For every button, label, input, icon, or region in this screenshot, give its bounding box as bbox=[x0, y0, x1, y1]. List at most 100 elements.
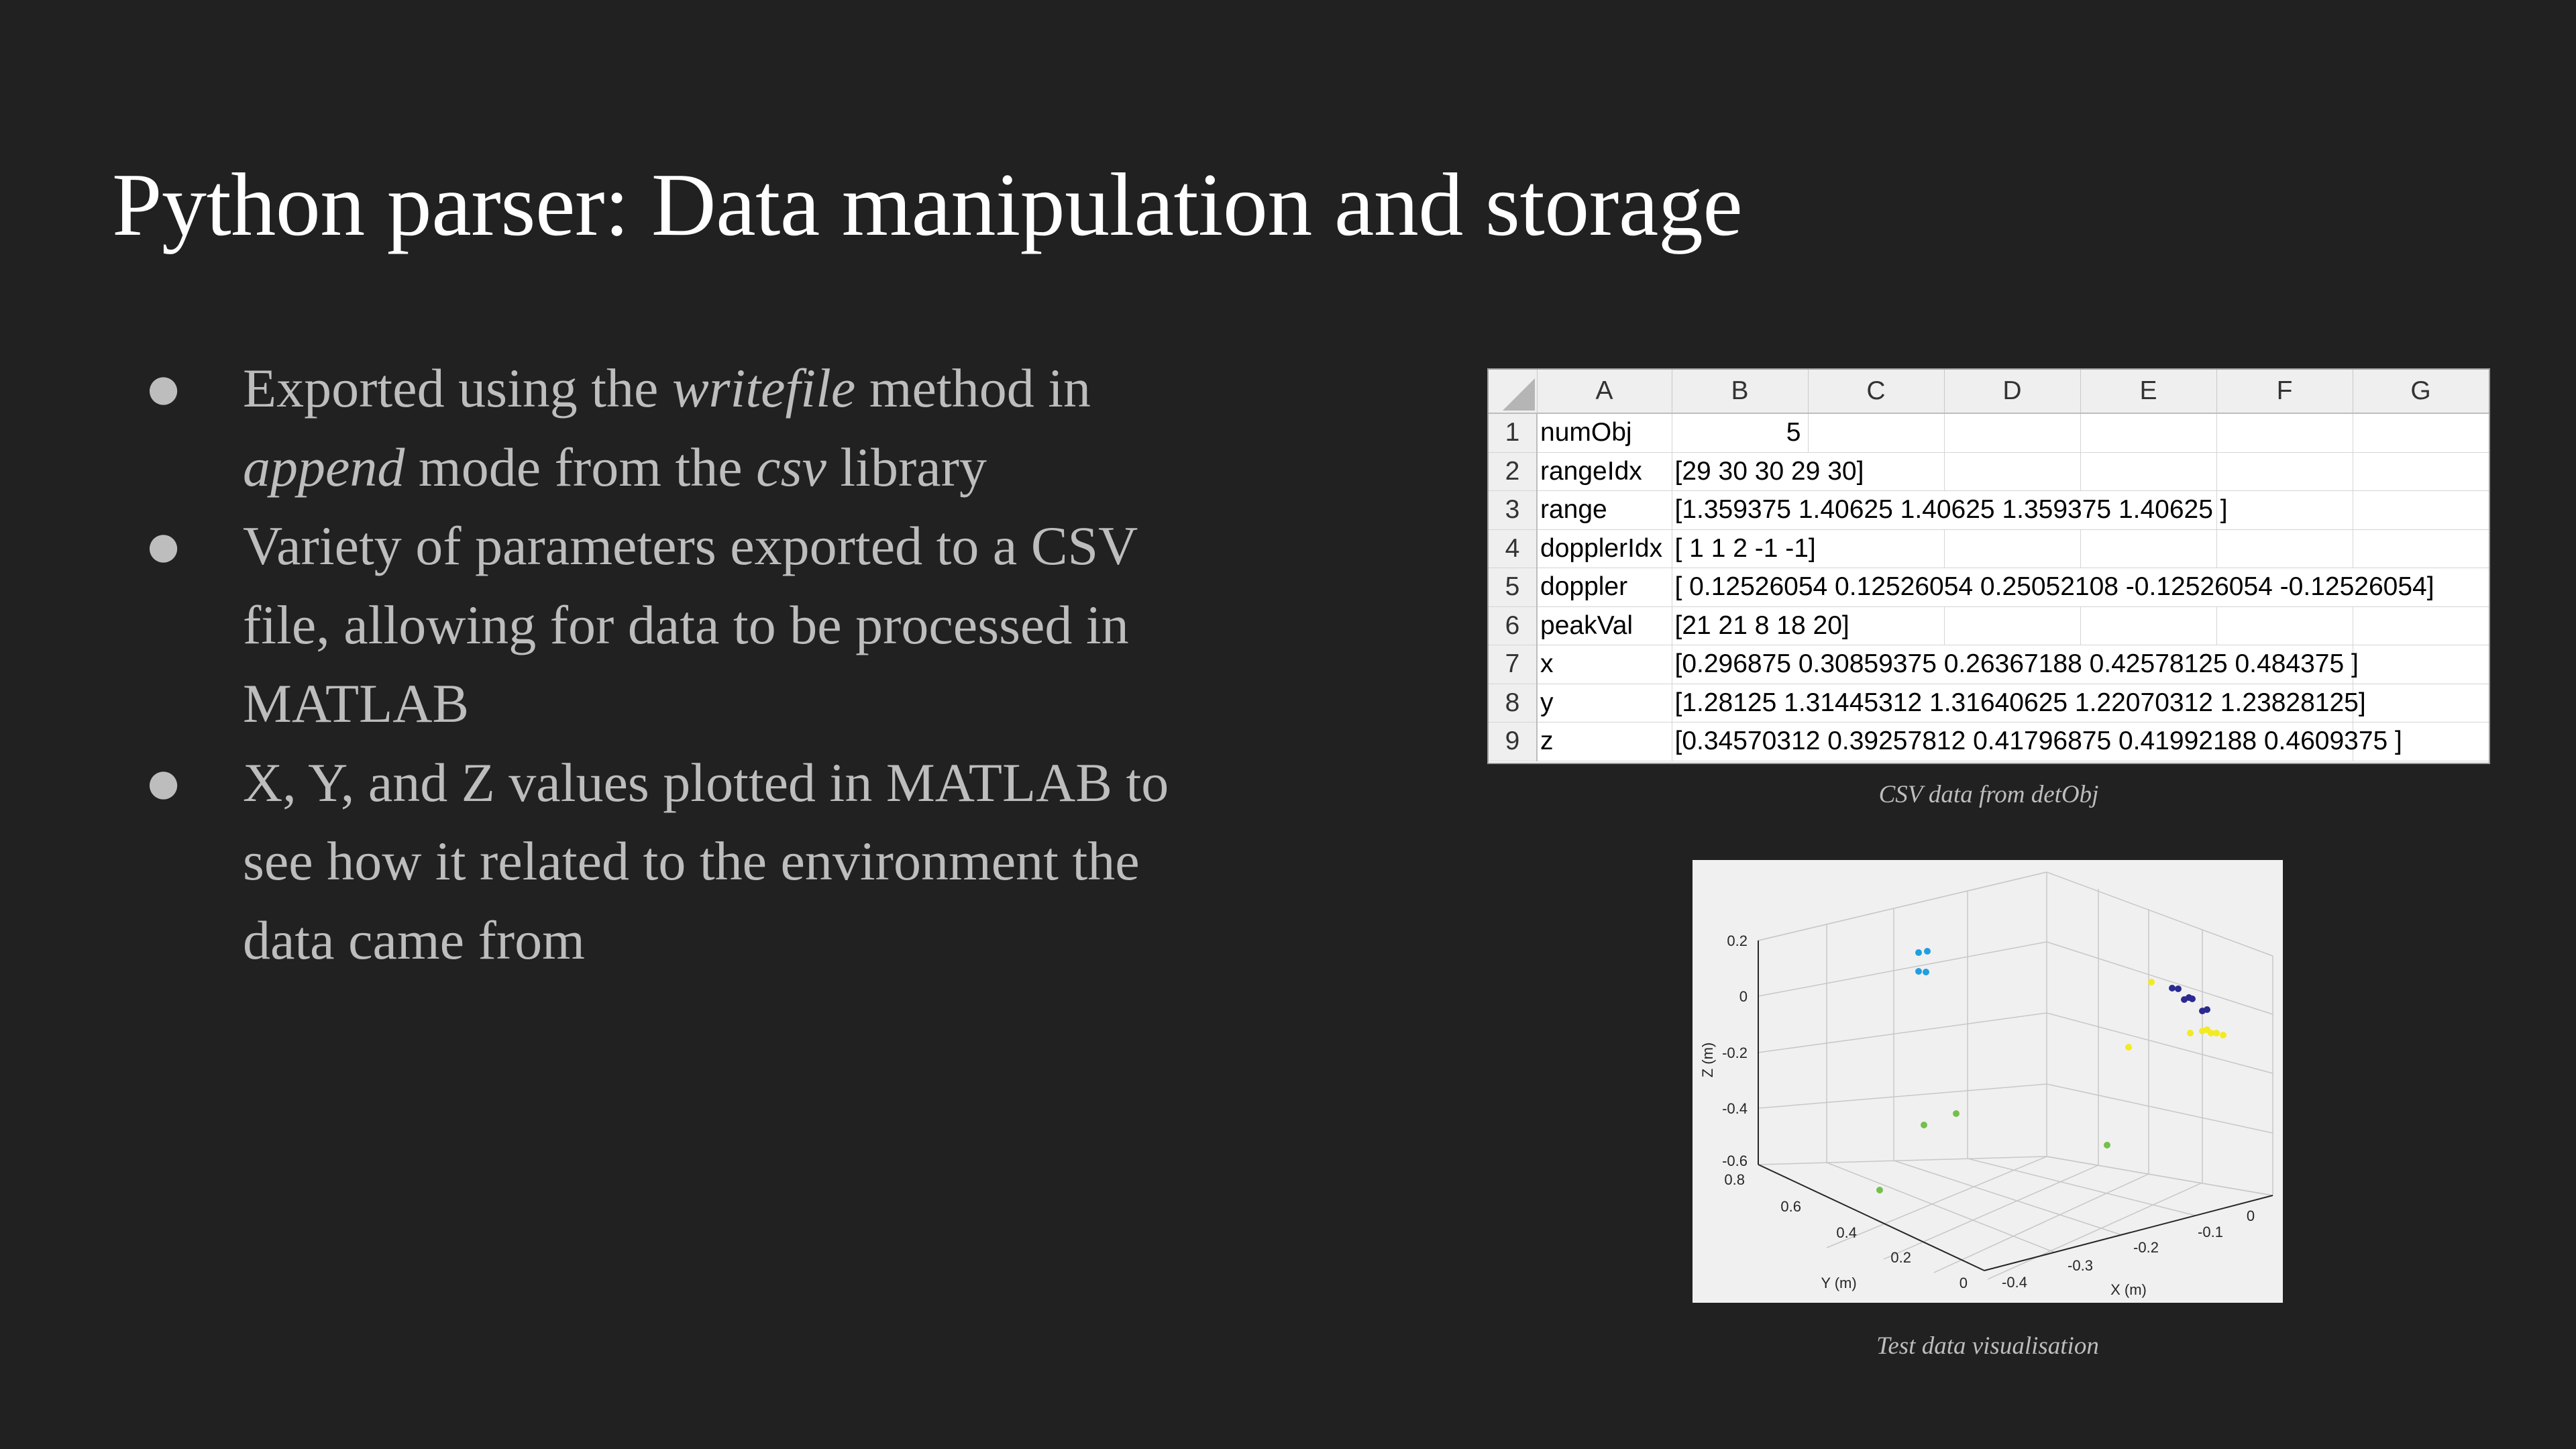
z-axis-label: Z (m) bbox=[1699, 1042, 1716, 1078]
table-row: 4 dopplerIdx [ 1 1 2 -1 -1] bbox=[1489, 529, 2489, 568]
scatter-point bbox=[2204, 1006, 2210, 1013]
cell-empty bbox=[2080, 452, 2217, 491]
cell-empty bbox=[2353, 606, 2489, 645]
row-number: 9 bbox=[1489, 722, 1538, 761]
bullet-item: ● X, Y, and Z values plotted in MATLAB t… bbox=[138, 743, 1265, 980]
scatter-point bbox=[1953, 1110, 1960, 1117]
cell-empty bbox=[2216, 490, 2353, 530]
z-tick: -0.2 bbox=[1722, 1044, 1748, 1061]
scatter-points bbox=[1876, 948, 2226, 1193]
cell-empty bbox=[2216, 529, 2353, 568]
bullet-emphasis: csv bbox=[756, 436, 826, 498]
row-number: 2 bbox=[1489, 452, 1538, 491]
cell-empty bbox=[2353, 413, 2489, 453]
cell-empty bbox=[1944, 452, 2081, 491]
bullet-list: ● Exported using the writefile method in… bbox=[138, 349, 1265, 979]
scatter-point bbox=[1923, 969, 1929, 975]
table-row: 9 z [0.34570312 0.39257812 0.41796875 0.… bbox=[1489, 722, 2489, 761]
scatter-point bbox=[2220, 1032, 2226, 1038]
table-row: 2 rangeIdx [29 30 30 29 30] bbox=[1489, 452, 2489, 491]
x-tick: 0 bbox=[2247, 1208, 2255, 1224]
scatter-point bbox=[2169, 985, 2176, 991]
bullet-text: Variety of parameters exported to a CSV bbox=[243, 515, 1138, 576]
bullet-text: library bbox=[826, 436, 987, 498]
cell-b: [0.34570312 0.39257812 0.41796875 0.4199… bbox=[1672, 722, 2402, 761]
row-number: 4 bbox=[1489, 529, 1538, 568]
bullet-text: X, Y, and Z values plotted in MATLAB to bbox=[243, 751, 1169, 813]
cell-empty bbox=[1944, 606, 2081, 645]
row-number: 7 bbox=[1489, 645, 1538, 684]
y-tick-labels: 0.8 0.6 0.4 0.2 0 bbox=[1724, 1171, 1968, 1291]
cell-empty bbox=[2080, 606, 2217, 645]
column-header: G bbox=[2353, 370, 2489, 414]
cell-b: [1.28125 1.31445312 1.31640625 1.2207031… bbox=[1672, 684, 2366, 722]
scatter-point bbox=[2175, 985, 2182, 992]
x-tick: -0.1 bbox=[2198, 1224, 2223, 1240]
bullet-text: Exported using the bbox=[243, 358, 672, 419]
cell-b: [21 21 8 18 20] bbox=[1672, 606, 1849, 645]
row-number: 1 bbox=[1489, 413, 1538, 453]
cell-empty bbox=[2353, 490, 2489, 530]
cell-b: [1.359375 1.40625 1.40625 1.359375 1.406… bbox=[1672, 490, 2228, 530]
row-number: 5 bbox=[1489, 568, 1538, 607]
scatter-point bbox=[2187, 1030, 2194, 1036]
cell-b: [29 30 30 29 30] bbox=[1672, 452, 1864, 491]
cell-empty bbox=[2353, 645, 2489, 684]
y-tick: 0.2 bbox=[1890, 1249, 1911, 1266]
bullet-marker: ● bbox=[148, 525, 180, 567]
scatter-point bbox=[1921, 1122, 1927, 1128]
table-row: 8 y [1.28125 1.31445312 1.31640625 1.220… bbox=[1489, 684, 2489, 722]
3d-scatter-plot-image: 0.2 0 -0.2 -0.4 -0.6 0.8 0.6 0.4 0.2 0 -… bbox=[1693, 860, 2283, 1303]
cell-b: [ 1 1 2 -1 -1] bbox=[1672, 529, 1816, 568]
scatter-point bbox=[2125, 1044, 2132, 1051]
z-tick: 0 bbox=[1739, 988, 1748, 1005]
scatter-point bbox=[1915, 968, 1922, 975]
bullet-text: mode from the bbox=[405, 436, 757, 498]
y-axis-label: Y (m) bbox=[1821, 1275, 1856, 1291]
column-header: B bbox=[1672, 370, 1809, 414]
slide: Python parser: Data manipulation and sto… bbox=[0, 0, 2576, 1449]
cell-a: dopplerIdx bbox=[1537, 529, 1672, 568]
bullet-marker: ● bbox=[148, 761, 180, 804]
scatter-point bbox=[1915, 949, 1922, 956]
bullet-emphasis: append bbox=[243, 436, 405, 498]
cell-a: range bbox=[1537, 490, 1672, 530]
row-number: 6 bbox=[1489, 606, 1538, 645]
scatter-point bbox=[2104, 1142, 2110, 1148]
cell-empty bbox=[1808, 413, 1945, 453]
column-header: C bbox=[1808, 370, 1945, 414]
x-tick: -0.4 bbox=[2002, 1274, 2027, 1291]
table-row: 1 numObj 5 bbox=[1489, 413, 2489, 453]
bullet-marker: ● bbox=[148, 367, 180, 409]
bullet-text: method in bbox=[855, 358, 1091, 419]
row-number: 3 bbox=[1489, 490, 1538, 530]
bullet-item: ● Exported using the writefile method in… bbox=[138, 349, 1265, 506]
x-tick: -0.2 bbox=[2133, 1239, 2159, 1256]
cell-empty bbox=[1944, 529, 2081, 568]
slide-title: Python parser: Data manipulation and sto… bbox=[112, 155, 1743, 254]
cell-empty bbox=[2216, 413, 2353, 453]
scatter-point bbox=[1876, 1187, 1883, 1193]
bullet-text: file, allowing for data to be processed … bbox=[243, 594, 1129, 655]
plot-gridlines bbox=[1758, 871, 2273, 1280]
x-axis-label: X (m) bbox=[2110, 1281, 2147, 1298]
y-tick: 0.4 bbox=[1836, 1224, 1857, 1241]
cell-a: rangeIdx bbox=[1537, 452, 1672, 491]
cell-empty bbox=[2353, 684, 2489, 722]
x-tick: -0.3 bbox=[2068, 1257, 2093, 1274]
cell-a: y bbox=[1537, 684, 1672, 722]
scatter-point bbox=[2148, 979, 2155, 985]
y-tick: 0.8 bbox=[1724, 1171, 1745, 1188]
z-tick: -0.4 bbox=[1722, 1100, 1748, 1117]
cell-a: x bbox=[1537, 645, 1672, 684]
y-tick: 0.6 bbox=[1780, 1198, 1801, 1215]
cell-a: numObj bbox=[1537, 413, 1672, 453]
scatter-point bbox=[2189, 996, 2196, 1002]
cell-empty bbox=[2353, 529, 2489, 568]
table-row: 5 doppler [ 0.12526054 0.12526054 0.2505… bbox=[1489, 568, 2489, 607]
bullet-text: see how it related to the environment th… bbox=[243, 830, 1140, 892]
bullet-emphasis: writefile bbox=[672, 358, 856, 419]
cell-a: doppler bbox=[1537, 568, 1672, 607]
table-row: 6 peakVal [21 21 8 18 20] bbox=[1489, 606, 2489, 645]
table-row: 3 range [1.359375 1.40625 1.40625 1.3593… bbox=[1489, 490, 2489, 530]
